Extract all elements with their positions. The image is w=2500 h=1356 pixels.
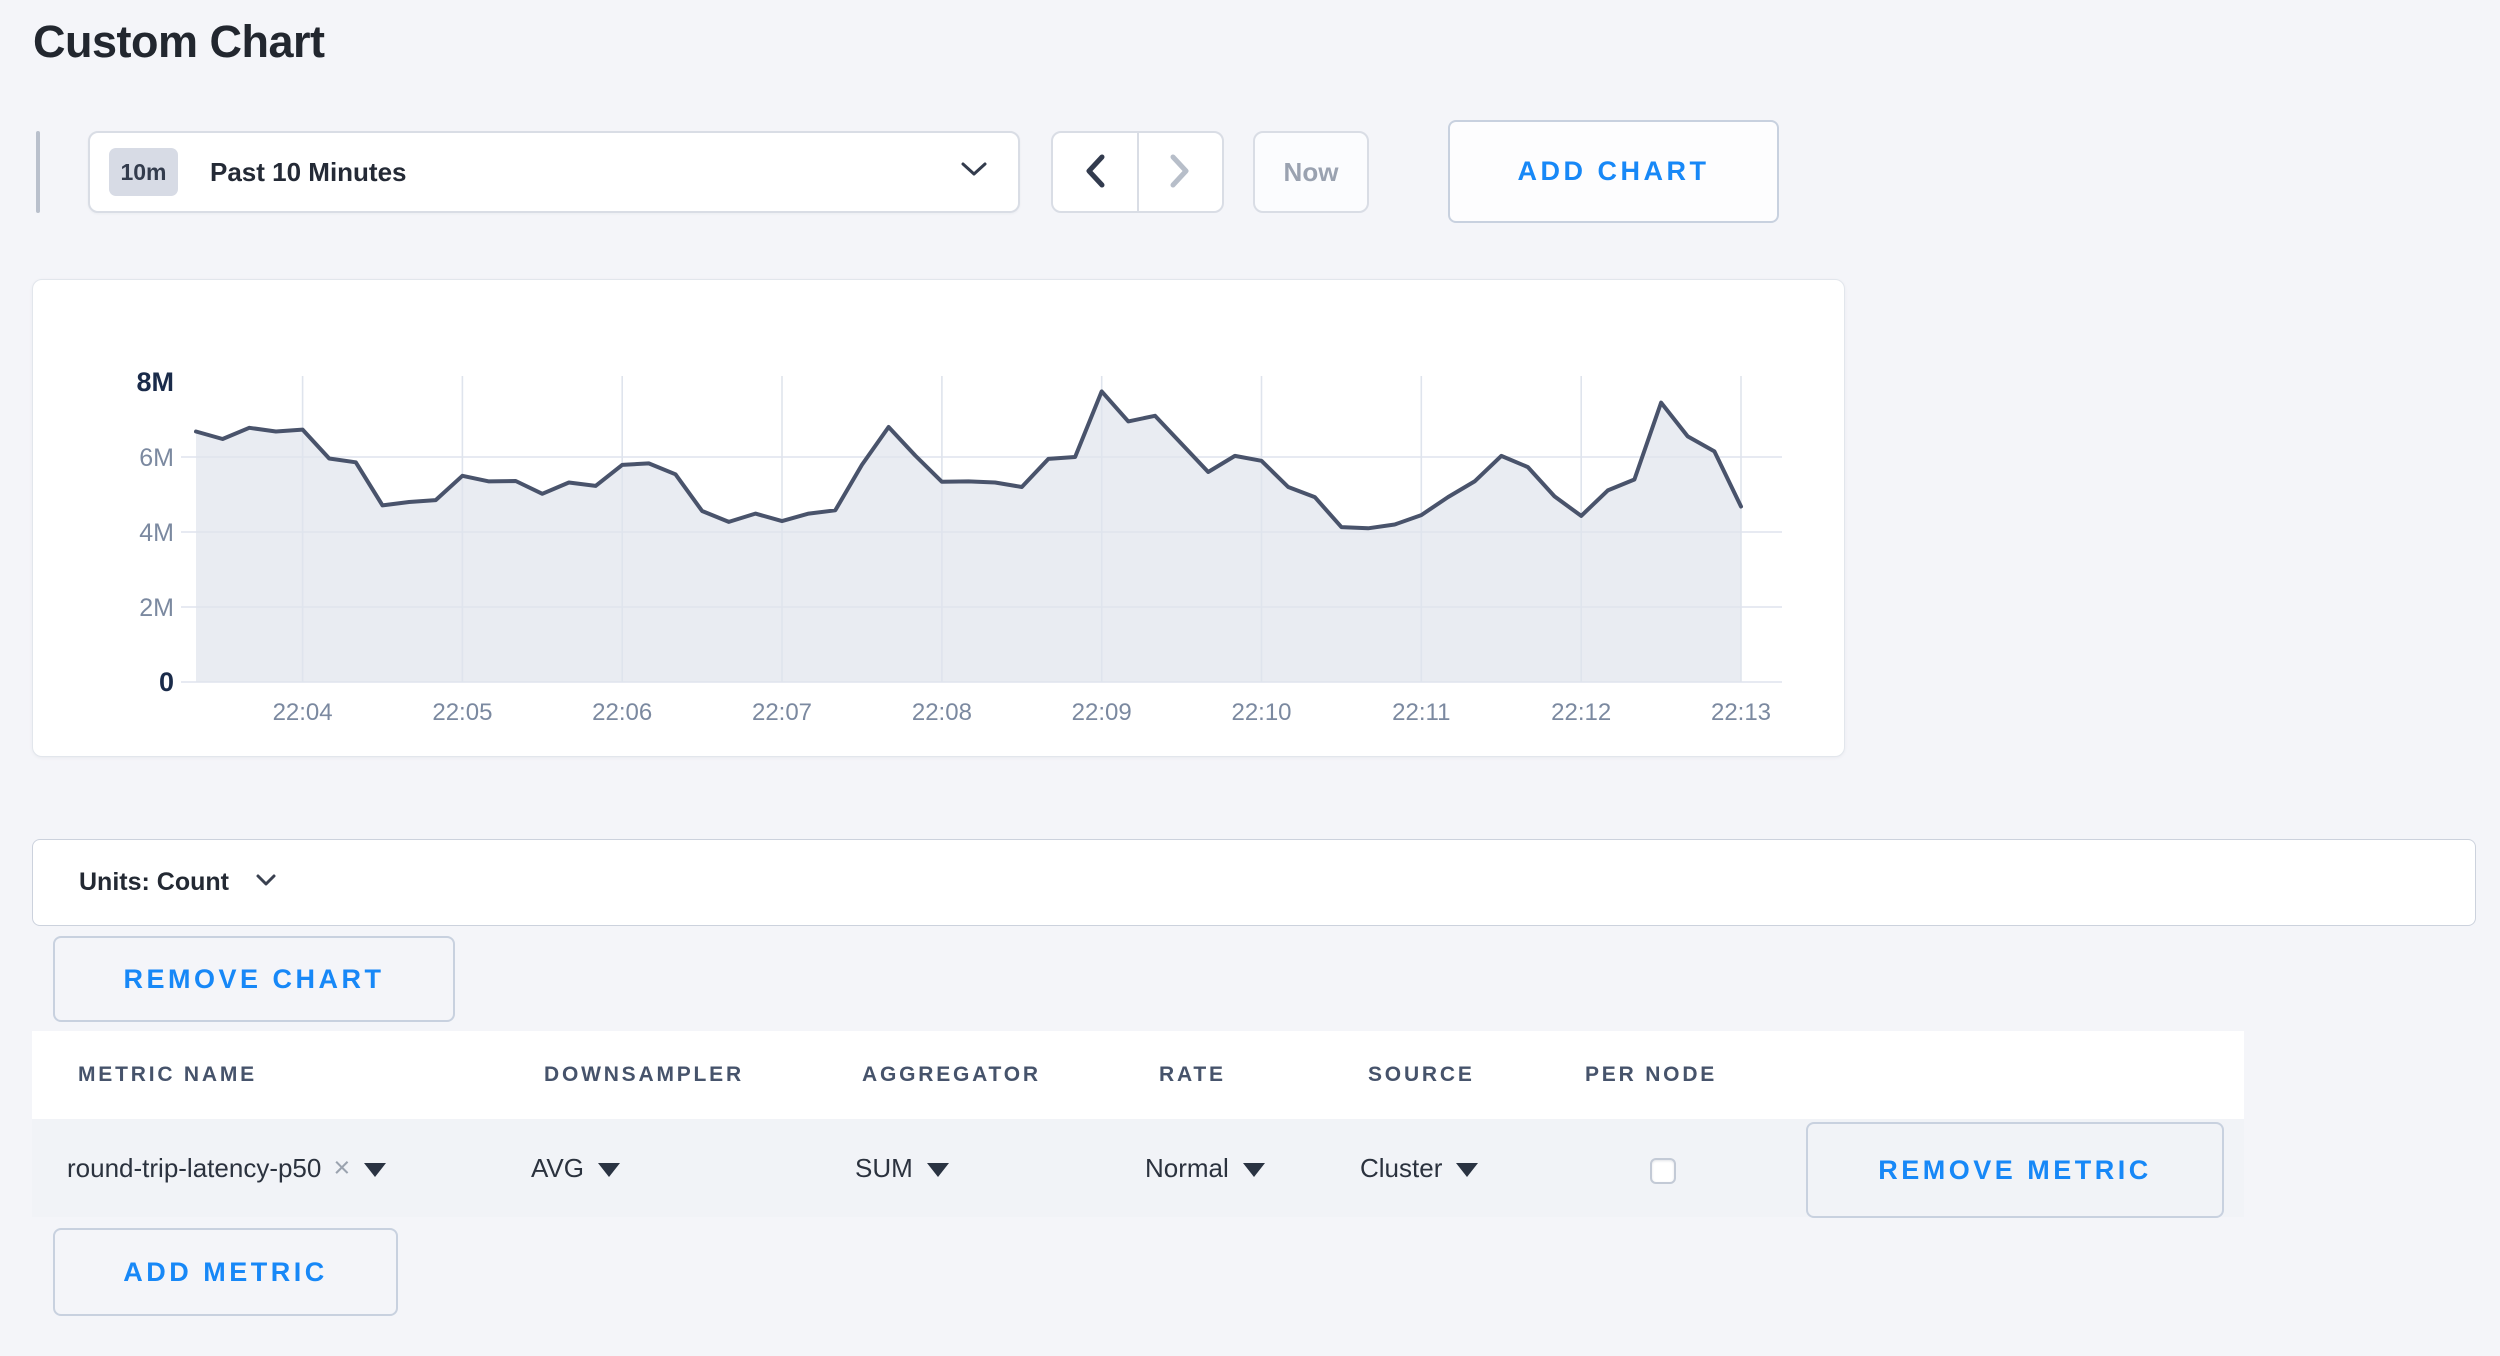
chevron-right-icon <box>1167 152 1193 193</box>
chevron-down-icon <box>255 873 277 892</box>
units-select[interactable]: Units: Count <box>32 839 2476 926</box>
svg-text:22:08: 22:08 <box>912 699 972 726</box>
rate-value: Normal <box>1145 1153 1229 1184</box>
page-title: Custom Chart <box>33 16 325 68</box>
metric-name-select[interactable]: round-trip-latency-p50 × <box>67 1119 386 1217</box>
time-range-select[interactable]: 10m Past 10 Minutes <box>88 131 1020 213</box>
caret-down-icon <box>927 1163 949 1177</box>
svg-text:22:09: 22:09 <box>1072 699 1132 726</box>
svg-text:22:06: 22:06 <box>592 699 652 726</box>
next-time-button[interactable] <box>1139 133 1223 211</box>
chart-card: 22:04 22:05 22:06 22:07 22:08 22:09 22:10 22:11… <box>32 279 1845 757</box>
caret-down-icon <box>1456 1163 1478 1177</box>
time-range-label: Past 10 Minutes <box>210 157 407 188</box>
caret-down-icon <box>1243 1163 1265 1177</box>
now-button[interactable]: Now <box>1253 131 1369 213</box>
svg-text:22:07: 22:07 <box>752 699 812 726</box>
svg-text:0: 0 <box>159 667 174 697</box>
remove-metric-button[interactable]: REMOVE METRIC <box>1806 1122 2224 1218</box>
trend-chart: 22:04 22:05 22:06 22:07 22:08 22:09 22:10 22:11… <box>33 280 1844 756</box>
svg-text:22:13: 22:13 <box>1711 699 1771 726</box>
metrics-table-header <box>32 1031 2244 1119</box>
header-source: SOURCE <box>1368 1031 1475 1119</box>
aggregator-value: SUM <box>855 1153 913 1184</box>
aggregator-select[interactable]: SUM <box>855 1119 949 1217</box>
svg-text:22:11: 22:11 <box>1392 699 1450 726</box>
downsampler-value: AVG <box>531 1153 584 1184</box>
time-range-badge: 10m <box>109 148 178 196</box>
downsampler-select[interactable]: AVG <box>531 1119 620 1217</box>
svg-text:22:04: 22:04 <box>273 699 333 726</box>
source-value: Cluster <box>1360 1153 1442 1184</box>
caret-down-icon <box>598 1163 620 1177</box>
rate-select[interactable]: Normal <box>1145 1119 1265 1217</box>
toolbar-divider <box>36 131 40 213</box>
svg-text:8M: 8M <box>136 367 174 397</box>
svg-text:6M: 6M <box>139 444 174 472</box>
svg-text:4M: 4M <box>139 519 174 547</box>
per-node-checkbox[interactable] <box>1650 1158 1676 1184</box>
chevron-down-icon <box>960 161 988 183</box>
svg-text:22:10: 22:10 <box>1231 699 1291 726</box>
svg-text:22:12: 22:12 <box>1551 699 1611 726</box>
header-aggregator: AGGREGATOR <box>862 1031 1041 1119</box>
caret-down-icon <box>364 1163 386 1177</box>
header-rate: RATE <box>1159 1031 1226 1119</box>
remove-chart-button[interactable]: REMOVE CHART <box>53 936 455 1022</box>
chevron-left-icon <box>1082 152 1108 193</box>
header-metric-name: METRIC NAME <box>78 1031 257 1119</box>
svg-text:22:05: 22:05 <box>432 699 492 726</box>
header-downsampler: DOWNSAMPLER <box>544 1031 744 1119</box>
add-chart-button[interactable]: ADD CHART <box>1448 120 1779 223</box>
source-select[interactable]: Cluster <box>1360 1119 1478 1217</box>
svg-text:2M: 2M <box>139 594 174 622</box>
close-icon[interactable]: × <box>333 1152 350 1185</box>
time-nav-group <box>1051 131 1224 213</box>
units-label: Units: Count <box>79 868 229 897</box>
metric-name-value: round-trip-latency-p50 <box>67 1153 321 1184</box>
add-metric-button[interactable]: ADD METRIC <box>53 1228 398 1316</box>
custom-chart-page: Custom Chart 10m Past 10 Minutes Now ADD… <box>0 0 2500 1356</box>
prev-time-button[interactable] <box>1053 133 1139 211</box>
header-per-node: PER NODE <box>1585 1031 1717 1119</box>
